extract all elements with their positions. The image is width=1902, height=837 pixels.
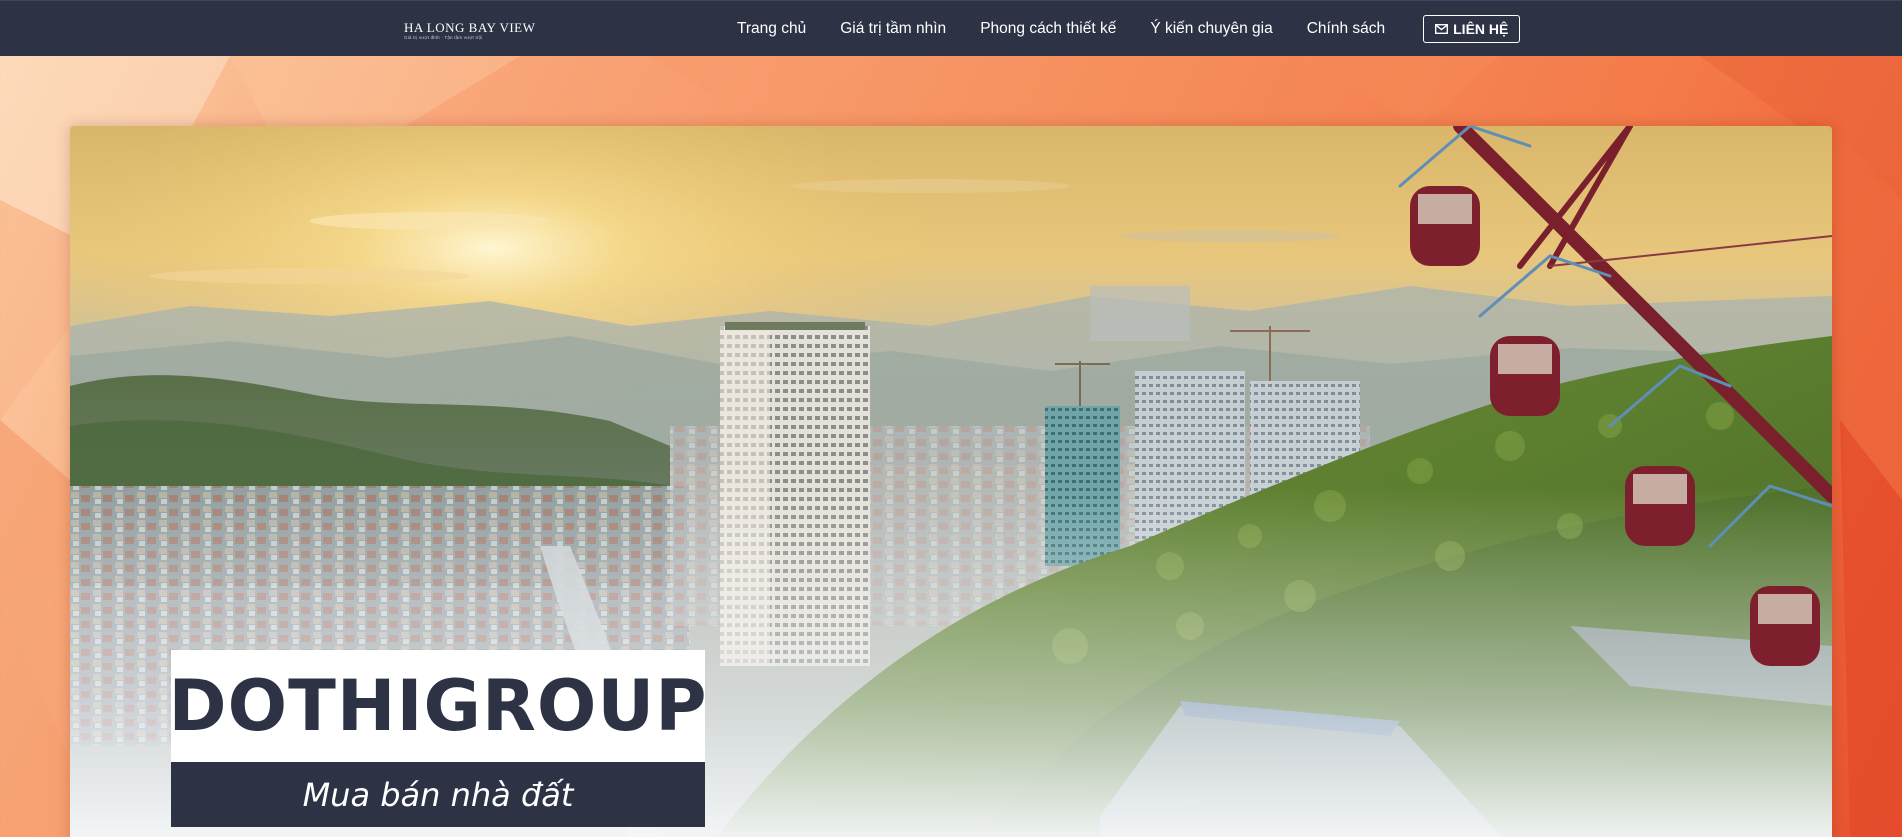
nav-trang-chu[interactable]: Trang chủ — [720, 20, 823, 38]
site-logo[interactable]: HA LONG BAY VIEW Giá trị vượt đỉnh · Tận… — [398, 12, 535, 50]
contact-button[interactable]: LIÊN HỆ — [1423, 15, 1521, 43]
contact-button-label: LIÊN HỆ — [1453, 21, 1509, 37]
nav-y-kien-chuyen-gia[interactable]: Ý kiến chuyên gia — [1133, 20, 1289, 38]
envelope-icon — [1435, 24, 1449, 34]
main-menu: Trang chủ Giá trị tầm nhìn Phong cách th… — [720, 1, 1521, 57]
site-header: HA LONG BAY VIEW Giá trị vượt đỉnh · Tận… — [0, 0, 1902, 56]
brand-title: DOTHIGROUP — [168, 665, 708, 747]
logo-title: HA LONG BAY VIEW — [404, 20, 536, 35]
brand-tagline: Mua bán nhà đất — [302, 775, 574, 814]
nav-gia-tri-tam-nhin[interactable]: Giá trị tầm nhìn — [823, 20, 963, 38]
logo-tagline: Giá trị vượt đỉnh · Tận tâm vượt trội — [404, 35, 483, 40]
nav-chinh-sach[interactable]: Chính sách — [1290, 20, 1402, 38]
nav-phong-cach-thiet-ke[interactable]: Phong cách thiết kế — [963, 20, 1133, 38]
brand-tagline-box: Mua bán nhà đất — [171, 762, 705, 827]
brand-title-box: DOTHIGROUP — [168, 650, 708, 762]
